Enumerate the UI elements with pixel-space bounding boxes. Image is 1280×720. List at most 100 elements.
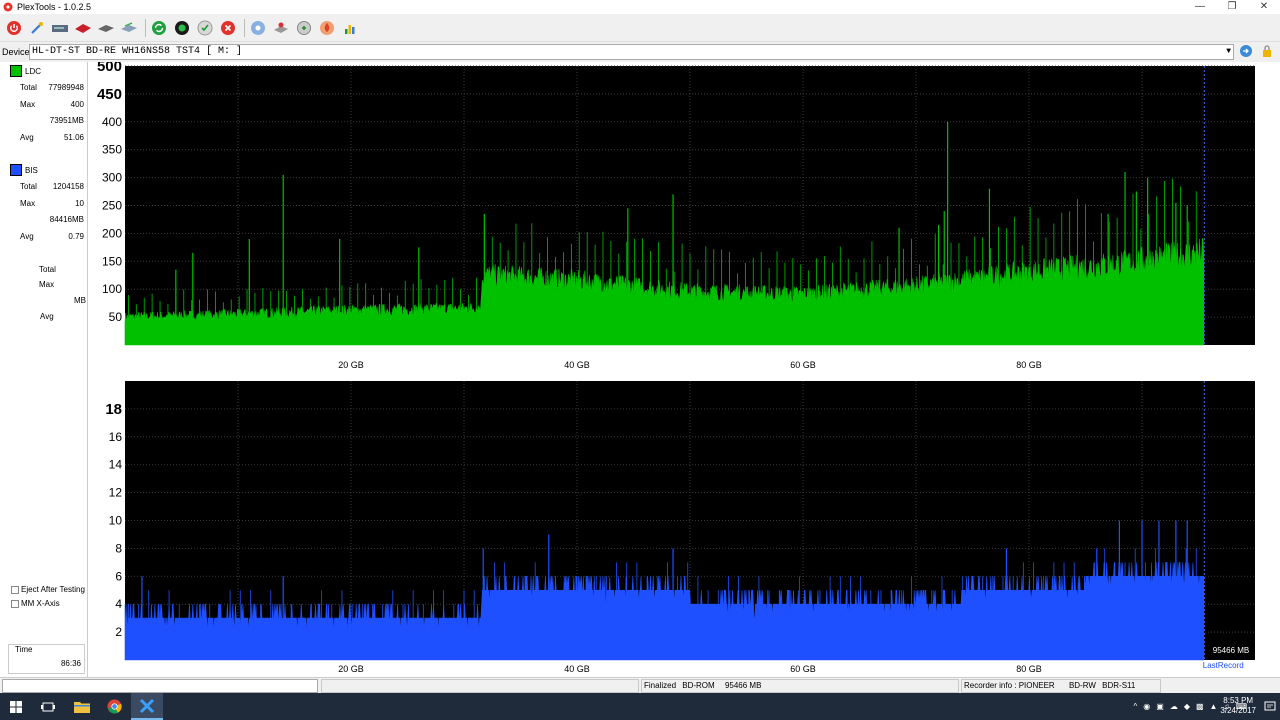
bis-x-tick-label: 20 GB bbox=[338, 664, 364, 674]
taskbar: ^ ◉ ▣ ☁ ◆ ▩ ▲ ♫ ⌨ 8:53 PM 3/24/2017 bbox=[0, 693, 1280, 720]
bis-max-pos-value: 84416MB bbox=[49, 215, 84, 224]
bis-avg-value: 0.79 bbox=[68, 232, 84, 241]
ldc-legend-swatch[interactable] bbox=[10, 65, 22, 77]
chart-info-icon bbox=[345, 24, 355, 34]
bis-y-tick-label: 2 bbox=[115, 625, 122, 639]
disc-icon bbox=[251, 20, 265, 35]
time-label: Time bbox=[15, 645, 33, 654]
check-button[interactable] bbox=[195, 18, 215, 38]
lock-icon bbox=[1263, 45, 1271, 57]
copy-disc-icon bbox=[297, 20, 311, 35]
start-button[interactable] bbox=[0, 693, 32, 720]
bis-y-tick-label: 12 bbox=[109, 486, 123, 500]
ldc-legend-label: LDC bbox=[25, 67, 42, 76]
ldc-x-tick-label: 40 GB bbox=[564, 360, 590, 370]
mm-x-axis-label: MM X-Axis bbox=[21, 599, 60, 608]
minimize-button[interactable]: — bbox=[1184, 0, 1216, 14]
bis-x-tick-label: 60 GB bbox=[790, 664, 816, 674]
stat-label: Total bbox=[20, 182, 37, 191]
test-button[interactable] bbox=[172, 18, 192, 38]
media-button[interactable] bbox=[73, 18, 93, 38]
disc-info-button[interactable] bbox=[119, 18, 139, 38]
clock-date: 3/24/2017 bbox=[1220, 706, 1256, 715]
globe-icon bbox=[175, 20, 189, 35]
eject-after-testing-checkbox[interactable] bbox=[11, 586, 19, 594]
refresh-button[interactable] bbox=[149, 18, 169, 38]
toolbar-separator bbox=[244, 18, 245, 37]
ldc-y-tick-label: 150 bbox=[102, 254, 122, 268]
time-value: 86:36 bbox=[60, 659, 81, 668]
check-disc-icon bbox=[197, 20, 213, 35]
wifi-icon[interactable]: ▲ bbox=[1210, 702, 1218, 711]
bis-total-value: 1204158 bbox=[52, 182, 84, 191]
wand-icon bbox=[31, 21, 43, 34]
drive-button[interactable] bbox=[50, 18, 70, 38]
erase-button[interactable] bbox=[317, 18, 337, 38]
shield-icon[interactable]: ◆ bbox=[1184, 702, 1190, 711]
chevron-down-icon: ▼ bbox=[1226, 47, 1231, 56]
bis-legend-label: BIS bbox=[25, 166, 38, 175]
time-box: Time 86:36 bbox=[8, 644, 85, 674]
device-refresh-button[interactable] bbox=[1239, 44, 1255, 60]
bis-y-tick-label: 6 bbox=[115, 569, 122, 583]
ldc-y-tick-label: 500 bbox=[97, 62, 122, 75]
system-clock[interactable]: 8:53 PM 3/24/2017 bbox=[1220, 696, 1256, 716]
stats-panel: LDC Total 77989948 Max 400 73951MB Avg 51.0… bbox=[0, 62, 88, 677]
device-select[interactable]: HL-DT-ST BD-RE WH16NS58 TST4 [ M: ] ▼ bbox=[29, 44, 1234, 60]
close-button[interactable]: ✕ bbox=[1248, 0, 1280, 14]
bis-y-tick-label: 14 bbox=[109, 458, 123, 472]
stop-icon bbox=[221, 20, 235, 35]
stat-label: Avg bbox=[20, 232, 34, 241]
window-title: PlexTools - 1.0.2.5 bbox=[17, 2, 92, 12]
chrome-icon bbox=[106, 699, 122, 714]
power-button[interactable] bbox=[4, 18, 24, 38]
red-drive-icon bbox=[75, 23, 91, 33]
ldc-y-tick-label: 400 bbox=[102, 115, 122, 129]
cloud-icon[interactable]: ☁ bbox=[1170, 702, 1178, 711]
eject-drive-button[interactable] bbox=[96, 18, 116, 38]
restore-button[interactable]: ❐ bbox=[1216, 0, 1248, 14]
plextools-app-icon bbox=[3, 2, 13, 12]
bis-max-value: 10 bbox=[75, 199, 84, 208]
app-tray-icon[interactable]: ▣ bbox=[1156, 702, 1164, 711]
bis-legend-swatch[interactable] bbox=[10, 164, 22, 176]
notification-icon[interactable] bbox=[1264, 700, 1276, 712]
chevron-up-icon[interactable]: ^ bbox=[1134, 702, 1138, 711]
chart-svg: 50 100 150 200 250 300 350 400 450 500 20 GB 40 GB 6… bbox=[97, 58, 1255, 674]
progress-field bbox=[2, 679, 318, 693]
ldc-y-tick-label: 350 bbox=[102, 143, 122, 157]
wizard-button[interactable] bbox=[27, 18, 47, 38]
ldc-max-value: 400 bbox=[70, 100, 84, 109]
write-button[interactable] bbox=[271, 18, 291, 38]
network-icon[interactable]: ◉ bbox=[1143, 702, 1150, 711]
bis-x-tick-label: 40 GB bbox=[564, 664, 590, 674]
refresh-icon bbox=[152, 20, 166, 35]
task-view-button[interactable] bbox=[32, 693, 64, 720]
ldc-x-tick-label: 80 GB bbox=[1016, 360, 1042, 370]
flame-disc-icon bbox=[320, 20, 334, 35]
stop-button[interactable] bbox=[218, 18, 238, 38]
stat-label: Avg bbox=[40, 312, 54, 321]
display-icon[interactable]: ▩ bbox=[1196, 702, 1204, 711]
device-lock-button[interactable] bbox=[1261, 44, 1277, 60]
copy-button[interactable] bbox=[294, 18, 314, 38]
stat-label: Total bbox=[39, 265, 56, 274]
chrome-button[interactable] bbox=[98, 693, 130, 720]
power-icon bbox=[7, 20, 21, 35]
disc-button[interactable] bbox=[248, 18, 268, 38]
info-button[interactable] bbox=[340, 18, 360, 38]
stat-label: Total bbox=[20, 83, 37, 92]
refresh-icon bbox=[1240, 45, 1252, 57]
chart-area: 50 100 150 200 250 300 350 400 450 500 20 GB 40 GB 6… bbox=[88, 58, 1280, 677]
plextools-x-icon bbox=[139, 698, 155, 713]
status-field bbox=[321, 679, 639, 693]
plextools-taskbar-button[interactable] bbox=[131, 693, 163, 720]
disc-type: BD-ROM bbox=[682, 681, 715, 690]
file-explorer-button[interactable] bbox=[66, 693, 98, 720]
eject-after-testing-label: Eject After Testing bbox=[21, 585, 85, 594]
ldc-total-value: 77989948 bbox=[48, 83, 84, 92]
bis-x-tick-label: 80 GB bbox=[1016, 664, 1042, 674]
ldc-y-tick-label: 50 bbox=[109, 310, 123, 324]
ldc-y-tick-label: 250 bbox=[102, 199, 122, 213]
mm-x-axis-checkbox[interactable] bbox=[11, 600, 19, 608]
